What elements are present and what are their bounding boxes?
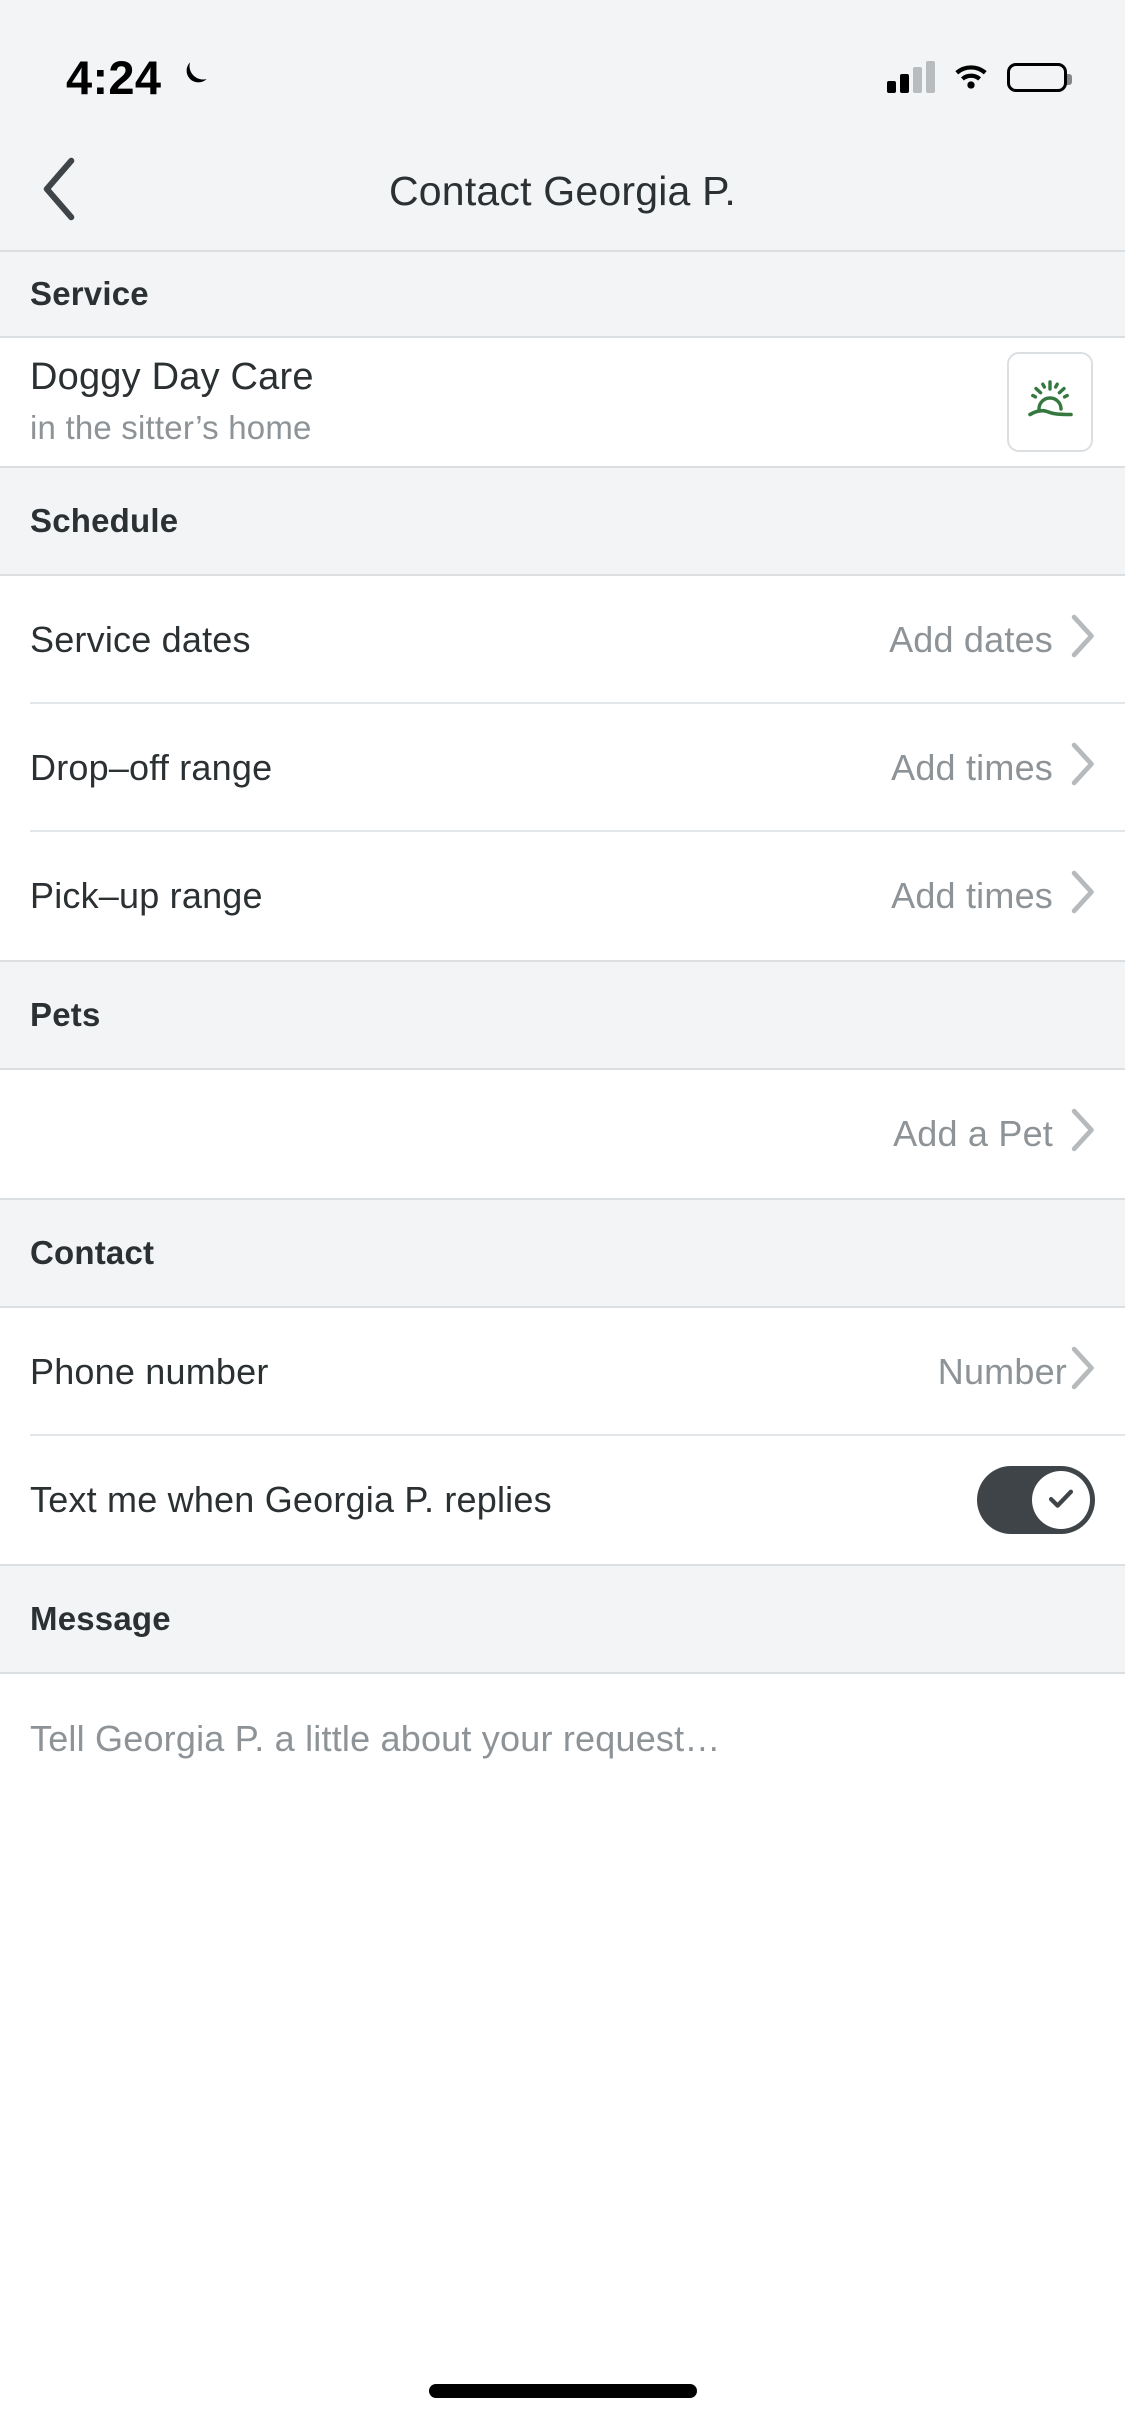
status-bar-right [887, 60, 1072, 95]
row-value: Add times [891, 870, 1095, 923]
section-header-message: Message [0, 1564, 1125, 1674]
section-header-service: Service [0, 250, 1125, 338]
section-header-pets: Pets [0, 960, 1125, 1070]
service-subtitle: in the sitter’s home [30, 409, 312, 447]
row-label: Service dates [30, 619, 251, 660]
service-row[interactable]: Doggy Day Care in the sitter’s home [0, 338, 1125, 466]
row-value-text: Add times [891, 875, 1053, 916]
content-scroll-area: Service Doggy Day Care in the sitter’s h… [0, 250, 1125, 2436]
check-icon [1044, 1481, 1078, 1520]
service-text: Doggy Day Care in the sitter’s home [30, 354, 314, 450]
back-button[interactable] [16, 147, 104, 235]
home-indicator-bar[interactable] [428, 2384, 697, 2398]
chevron-right-icon [1069, 870, 1095, 923]
chevron-right-icon [1069, 614, 1095, 667]
section-header-schedule: Schedule [0, 466, 1125, 576]
row-value-text: Add dates [889, 619, 1053, 660]
cellular-signal-icon [887, 61, 935, 93]
battery-full-icon [1007, 62, 1072, 92]
row-value: Add times [891, 742, 1095, 795]
chevron-right-icon [1069, 742, 1095, 795]
service-badge [1007, 352, 1093, 452]
row-text-me-toggle[interactable]: Text me when Georgia P. replies [0, 1436, 1125, 1564]
crescent-moon-icon [175, 56, 213, 99]
home-indicator-area [0, 2346, 1125, 2436]
row-add-pet[interactable]: Add a Pet [0, 1070, 1125, 1198]
status-bar: 4:24 [0, 0, 1125, 132]
wifi-icon [951, 60, 991, 95]
chevron-right-icon [1069, 1346, 1095, 1399]
row-value: Add a Pet [893, 1108, 1095, 1161]
chevron-left-icon [37, 157, 83, 226]
row-label: Phone number [30, 1351, 269, 1392]
row-label: Drop–off range [30, 747, 273, 788]
message-input-area[interactable]: Tell Georgia P. a little about your requ… [0, 1674, 1125, 2094]
row-pickup-range[interactable]: Pick–up range Add times [0, 832, 1125, 960]
chevron-right-icon [1069, 1108, 1095, 1161]
row-value-text: Number [937, 1351, 1067, 1392]
toggle-knob [1032, 1471, 1090, 1529]
row-dropoff-range[interactable]: Drop–off range Add times [0, 704, 1125, 832]
row-value: Number [938, 1346, 1095, 1399]
status-bar-left: 4:24 [66, 50, 213, 105]
row-value-text: Add times [891, 747, 1053, 788]
app-screen: 4:24 Contact Georgia P. Service Doggy Da… [0, 0, 1125, 2436]
row-value-text: Add a Pet [893, 1113, 1053, 1154]
message-placeholder: Tell Georgia P. a little about your requ… [30, 1718, 721, 1759]
row-service-dates[interactable]: Service dates Add dates [0, 576, 1125, 704]
row-value: Add dates [889, 614, 1095, 667]
navigation-bar: Contact Georgia P. [0, 132, 1125, 250]
text-me-toggle[interactable] [977, 1466, 1095, 1534]
row-label: Pick–up range [30, 875, 263, 916]
sunrise-icon [1021, 373, 1079, 432]
section-header-contact: Contact [0, 1198, 1125, 1308]
page-title: Contact Georgia P. [389, 167, 736, 214]
status-time: 4:24 [66, 50, 162, 104]
service-title: Doggy Day Care [30, 355, 314, 398]
row-label: Text me when Georgia P. replies [30, 1479, 552, 1520]
row-phone-number[interactable]: Phone number Number [0, 1308, 1125, 1436]
